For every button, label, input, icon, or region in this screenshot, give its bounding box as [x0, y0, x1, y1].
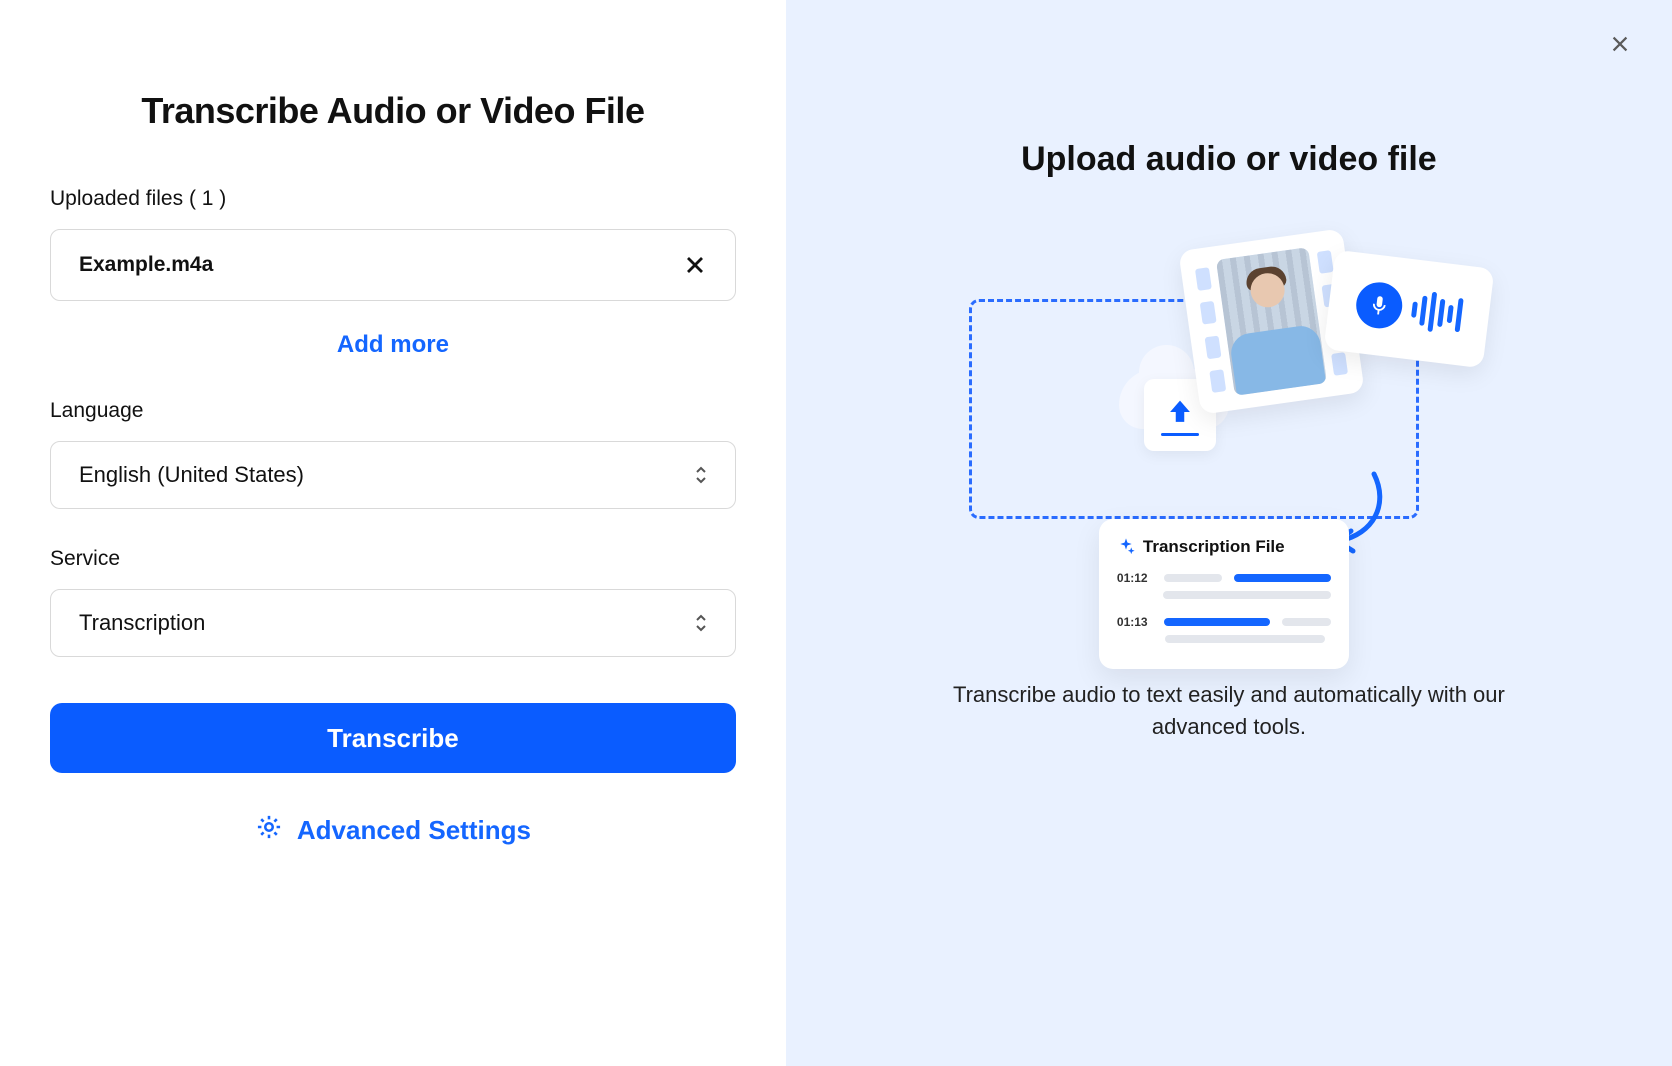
uploaded-file-row: Example.m4a	[50, 229, 736, 301]
uploaded-files-label: Uploaded files ( 1 )	[50, 187, 736, 211]
add-more-link[interactable]: Add more	[50, 331, 736, 359]
illustration: Transcription File 01:12 01:13	[969, 219, 1489, 639]
info-description: Transcribe audio to text easily and auto…	[919, 679, 1539, 743]
timestamp-2: 01:13	[1117, 615, 1152, 629]
service-value: Transcription	[79, 610, 205, 636]
service-select[interactable]: Transcription	[50, 589, 736, 657]
chevron-updown-icon	[695, 466, 707, 484]
transcription-card-graphic: Transcription File 01:12 01:13	[1099, 519, 1349, 669]
transcription-card-title: Transcription File	[1143, 537, 1285, 557]
language-value: English (United States)	[79, 462, 304, 488]
remove-file-button[interactable]	[683, 253, 707, 277]
mic-icon	[1353, 280, 1404, 331]
page-title: Transcribe Audio or Video File	[50, 90, 736, 132]
advanced-settings-link[interactable]: Advanced Settings	[50, 813, 736, 848]
close-button[interactable]	[1604, 28, 1636, 60]
uploaded-files-count: ( 1 )	[189, 187, 226, 210]
chevron-updown-icon	[695, 614, 707, 632]
transcribe-button[interactable]: Transcribe	[50, 703, 736, 773]
service-label: Service	[50, 547, 736, 571]
language-label: Language	[50, 399, 736, 423]
form-panel: Transcribe Audio or Video File Uploaded …	[0, 0, 786, 1066]
info-panel: Upload audio or video file	[786, 0, 1672, 1066]
gear-icon	[255, 813, 283, 848]
uploaded-files-text: Uploaded files	[50, 187, 183, 210]
file-name: Example.m4a	[79, 253, 213, 277]
language-select[interactable]: English (United States)	[50, 441, 736, 509]
advanced-settings-label: Advanced Settings	[297, 815, 531, 846]
audio-card-graphic	[1323, 250, 1494, 369]
sparkle-icon	[1117, 538, 1135, 556]
info-title: Upload audio or video file	[1021, 140, 1437, 179]
timestamp-1: 01:12	[1117, 571, 1152, 585]
